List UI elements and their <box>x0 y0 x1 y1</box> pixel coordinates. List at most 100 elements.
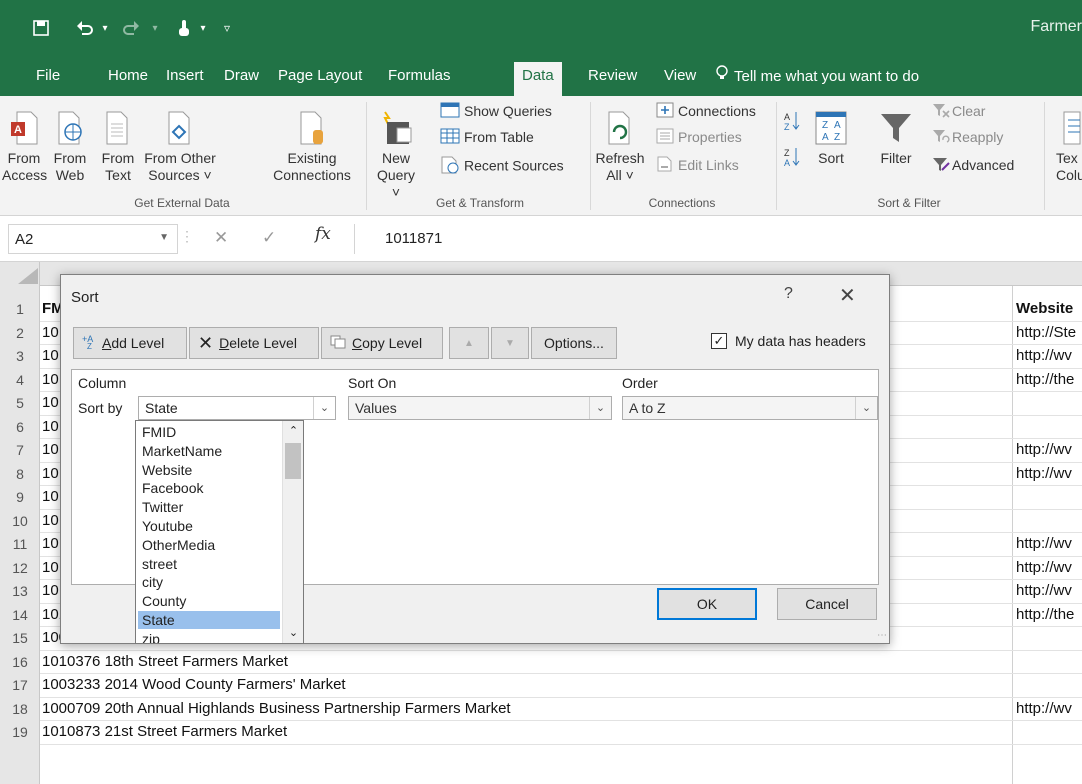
row-number[interactable]: 10 <box>0 510 40 532</box>
dropdown-option[interactable]: city <box>138 573 280 591</box>
clear-button[interactable]: Clear <box>932 102 985 122</box>
touch-mode-icon[interactable] <box>174 16 194 40</box>
scroll-up-icon[interactable]: ⌃ <box>283 421 303 441</box>
table-cell[interactable]: http://wv <box>1016 463 1072 485</box>
table-cell[interactable]: 10 <box>42 533 59 555</box>
properties-button[interactable]: Properties <box>656 128 742 148</box>
undo-dropdown-icon[interactable]: ▾ <box>100 16 110 40</box>
dropdown-option[interactable]: Youtube <box>138 517 280 535</box>
table-cell[interactable]: 10 <box>42 486 59 508</box>
row-number[interactable]: 14 <box>0 604 40 626</box>
tab-view[interactable]: View <box>656 65 704 96</box>
table-cell[interactable]: http://the <box>1016 369 1074 391</box>
tab-file[interactable]: File <box>28 65 68 96</box>
row-number[interactable]: 2 <box>0 322 40 344</box>
my-data-has-headers-checkbox[interactable]: ✓ My data has headers <box>711 333 866 349</box>
dropdown-option[interactable]: MarketName <box>138 442 280 460</box>
column-select[interactable]: State ⌄ <box>138 396 336 420</box>
table-cell[interactable]: http://wv <box>1016 533 1072 555</box>
add-level-button[interactable]: +A Z Add Level <box>73 327 187 359</box>
dropdown-option[interactable]: FMID <box>138 423 280 441</box>
show-queries-button[interactable]: Show Queries <box>440 102 552 122</box>
dropdown-option[interactable]: OtherMedia <box>138 536 280 554</box>
from-access-button[interactable]: A From Access <box>2 110 47 184</box>
filter-button[interactable]: Filter <box>872 110 920 167</box>
row-number[interactable]: 9 <box>0 486 40 508</box>
edit-links-button[interactable]: Edit Links <box>656 156 739 176</box>
new-query-button[interactable]: New Query ˅ <box>372 110 420 201</box>
dropdown-option[interactable]: Facebook <box>138 479 280 497</box>
from-web-button[interactable]: From Web <box>48 110 92 184</box>
sort-button[interactable]: ZAAZ Sort <box>806 110 856 167</box>
table-cell[interactable]: 10 <box>42 416 59 438</box>
table-cell[interactable]: http://wv <box>1016 345 1072 367</box>
select-all-icon[interactable] <box>18 268 38 284</box>
table-cell[interactable]: http://wv <box>1016 557 1072 579</box>
tab-data[interactable]: Data <box>514 62 562 96</box>
copy-level-button[interactable]: Copy Level <box>321 327 443 359</box>
existing-connections-button[interactable]: Existing Connections <box>270 110 354 184</box>
redo-dropdown-icon[interactable]: ▾ <box>150 16 160 40</box>
row-number[interactable]: 8 <box>0 463 40 485</box>
chevron-down-icon[interactable]: ▼ <box>159 232 169 243</box>
order-select[interactable]: A to Z ⌄ <box>622 396 878 420</box>
cancel-entry-icon[interactable]: ✕ <box>214 228 228 248</box>
tab-review[interactable]: Review <box>580 65 645 96</box>
table-cell[interactable]: 10 <box>42 580 59 602</box>
tab-formulas[interactable]: Formulas <box>380 65 459 96</box>
help-icon[interactable]: ? <box>784 285 793 303</box>
touch-dropdown-icon[interactable]: ▾ <box>198 16 208 40</box>
scroll-down-icon[interactable]: ⌄ <box>283 623 303 643</box>
ok-button[interactable]: OK <box>657 588 757 620</box>
sort-a-to-z-button[interactable]: AZ <box>780 110 804 137</box>
tab-draw[interactable]: Draw <box>216 65 267 96</box>
advanced-button[interactable]: Advanced <box>932 156 1014 176</box>
connections-button[interactable]: Connections <box>656 102 756 122</box>
dropdown-option[interactable]: State <box>138 611 280 629</box>
table-cell[interactable]: 1003233 2014 Wood County Farmers' Market <box>42 674 346 696</box>
table-cell[interactable]: 1000709 20th Annual Highlands Business P… <box>42 698 511 720</box>
row-number[interactable]: 6 <box>0 416 40 438</box>
row-number[interactable]: 17 <box>0 674 40 696</box>
sort-z-to-a-button[interactable]: ZA <box>780 146 804 172</box>
close-icon[interactable]: ✕ <box>839 283 856 308</box>
table-cell[interactable]: 10 <box>42 369 59 391</box>
scroll-thumb[interactable] <box>285 443 301 479</box>
table-cell[interactable]: 10 <box>42 392 59 414</box>
resize-grip-icon[interactable]: ⋯ <box>877 630 887 641</box>
dropdown-option[interactable]: Twitter <box>138 498 280 516</box>
chevron-down-icon[interactable]: ⌄ <box>589 397 611 419</box>
table-cell[interactable]: http://Ste <box>1016 322 1076 344</box>
dropdown-option[interactable]: street <box>138 555 280 573</box>
cancel-button[interactable]: Cancel <box>777 588 877 620</box>
move-down-button[interactable]: ▼ <box>491 327 529 359</box>
tab-insert[interactable]: Insert <box>158 65 212 96</box>
dropdown-option[interactable]: County <box>138 592 280 610</box>
tab-home[interactable]: Home <box>100 65 156 96</box>
header-cell-website[interactable]: Website <box>1016 298 1073 320</box>
row-number[interactable]: 11 <box>0 533 40 555</box>
row-number[interactable]: 15 <box>0 627 40 649</box>
name-box[interactable]: A2 ▼ <box>8 224 178 254</box>
row-number[interactable]: 3 <box>0 345 40 367</box>
undo-icon[interactable] <box>74 16 96 40</box>
row-number[interactable]: 19 <box>0 721 40 743</box>
row-number[interactable]: 1 <box>0 298 40 320</box>
refresh-all-button[interactable]: Refresh All ˅ <box>594 110 646 184</box>
tell-me-box[interactable]: Tell me what you want to do <box>716 65 919 88</box>
table-cell[interactable]: 10 <box>42 345 59 367</box>
table-cell[interactable]: 10 <box>42 322 59 344</box>
table-cell[interactable]: http://the <box>1016 604 1074 626</box>
from-text-button[interactable]: From Text <box>96 110 140 184</box>
delete-level-button[interactable]: ✕ Delete Level <box>189 327 319 359</box>
formula-input[interactable]: 1011871 <box>354 224 1082 254</box>
confirm-entry-icon[interactable]: ✓ <box>262 228 276 248</box>
table-cell[interactable]: 10 <box>42 510 59 532</box>
row-number[interactable]: 13 <box>0 580 40 602</box>
table-cell[interactable]: 10 <box>42 439 59 461</box>
dropdown-scrollbar[interactable]: ⌃ ⌄ <box>282 421 303 643</box>
table-cell[interactable]: http://wv <box>1016 439 1072 461</box>
dropdown-option[interactable]: zip <box>138 630 280 643</box>
table-cell[interactable]: 10 <box>42 557 59 579</box>
table-cell[interactable]: 10 <box>42 463 59 485</box>
